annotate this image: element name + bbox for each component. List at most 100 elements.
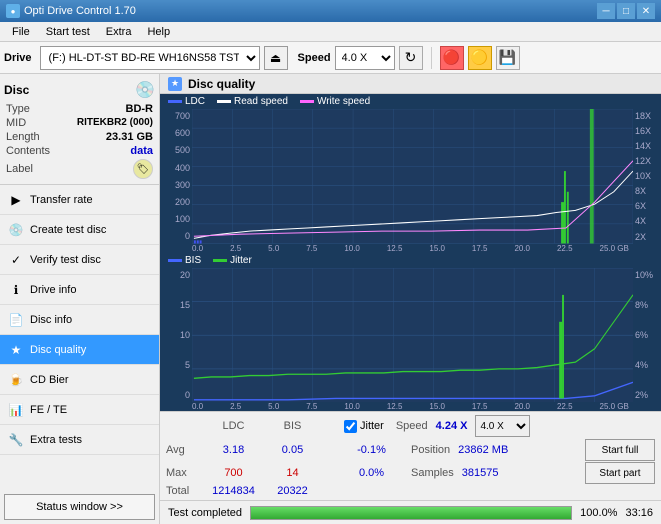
- menubar: File Start test Extra Help: [0, 22, 661, 42]
- top-chart-area: [192, 109, 633, 244]
- top-chart-y-axis-left: 700 600 500 400 300 200 100 0: [160, 109, 192, 244]
- menu-extra[interactable]: Extra: [98, 24, 140, 40]
- eject-button[interactable]: ⏏: [264, 46, 288, 70]
- toolbar-separator: [431, 47, 432, 69]
- sidebar-item-cd-bier[interactable]: 🍺 CD Bier: [0, 365, 159, 395]
- bis-legend-color: [168, 259, 182, 262]
- sidebar-item-verify-test-disc[interactable]: ✓ Verify test disc: [0, 245, 159, 275]
- sidebar-menu: ▶ Transfer rate 💿 Create test disc ✓ Ver…: [0, 185, 159, 455]
- transfer-rate-label: Transfer rate: [30, 194, 93, 206]
- disc-quality-title: Disc quality: [188, 77, 255, 91]
- start-part-button[interactable]: Start part: [585, 462, 655, 484]
- stats-area: LDC BIS Jitter Speed 4.24 X 4.0 X 2.0 X …: [160, 411, 661, 500]
- sidebar-item-transfer-rate[interactable]: ▶ Transfer rate: [0, 185, 159, 215]
- jitter-checkbox[interactable]: [344, 420, 357, 433]
- speed-dropdown[interactable]: 4.0 X 2.0 X 8.0 X: [475, 415, 530, 437]
- disc-type-row: Type BD-R: [4, 102, 155, 116]
- label-label: Label: [6, 163, 33, 175]
- type-label: Type: [6, 103, 30, 115]
- drive-info-label: Drive info: [30, 284, 76, 296]
- menu-help[interactable]: Help: [139, 24, 178, 40]
- avg-label: Avg: [166, 444, 202, 456]
- bottom-chart-y-axis-right: 10% 8% 6% 4% 2%: [633, 268, 661, 403]
- disc-quality-header-icon: ★: [168, 77, 182, 91]
- read-speed-legend-label: Read speed: [234, 96, 288, 107]
- maximize-button[interactable]: □: [617, 3, 635, 19]
- top-chart-y-axis-right: 18X 16X 14X 12X 10X 8X 6X 4X 2X: [633, 109, 661, 244]
- transfer-rate-icon: ▶: [8, 192, 24, 208]
- ldc-legend-label: LDC: [185, 96, 205, 107]
- bis-header: BIS: [265, 420, 320, 432]
- disc-quality-label: Disc quality: [30, 344, 86, 356]
- jitter-checkbox-group[interactable]: Jitter: [344, 420, 384, 433]
- menu-file[interactable]: File: [4, 24, 38, 40]
- bottom-chart-x-axis: 0.0 2.5 5.0 7.5 10.0 12.5 15.0 17.5 20.0…: [160, 402, 661, 411]
- progress-bar: [250, 506, 572, 520]
- sidebar-item-disc-quality[interactable]: ★ Disc quality: [0, 335, 159, 365]
- cd-bier-icon: 🍺: [8, 372, 24, 388]
- max-jitter: 0.0%: [344, 467, 399, 479]
- close-button[interactable]: ✕: [637, 3, 655, 19]
- speed-header: Speed: [396, 420, 428, 432]
- progress-area: Test completed 100.0% 33:16: [160, 500, 661, 524]
- create-test-disc-label: Create test disc: [30, 224, 106, 236]
- drive-label: Drive: [4, 52, 32, 64]
- max-ldc: 700: [206, 467, 261, 479]
- contents-label: Contents: [6, 145, 50, 157]
- jitter-header-label: Jitter: [360, 420, 384, 432]
- max-bis: 14: [265, 467, 320, 479]
- read-speed-legend-color: [217, 100, 231, 103]
- total-label: Total: [166, 485, 202, 497]
- verify-test-disc-label: Verify test disc: [30, 254, 101, 266]
- read-speed-legend: Read speed: [217, 96, 288, 107]
- titlebar-left: ● Opti Drive Control 1.70: [6, 4, 136, 18]
- sidebar-item-fe-te[interactable]: 📊 FE / TE: [0, 395, 159, 425]
- save-button[interactable]: 💾: [496, 46, 520, 70]
- cd-bier-label: CD Bier: [30, 374, 69, 386]
- bottom-chart-area: [192, 268, 633, 403]
- write-speed-legend-color: [300, 100, 314, 103]
- drive-info-icon: ℹ: [8, 282, 24, 298]
- status-text: Test completed: [168, 507, 242, 519]
- disc-label-row: Label 🏷: [4, 158, 155, 180]
- position-label: Position: [411, 444, 450, 456]
- disc-info-icon: 📄: [8, 312, 24, 328]
- color2-button[interactable]: 🟡: [468, 46, 492, 70]
- disc-info-label: Disc info: [30, 314, 72, 326]
- menu-start-test[interactable]: Start test: [38, 24, 98, 40]
- minimize-button[interactable]: ─: [597, 3, 615, 19]
- bottom-chart-y-axis-left: 20 15 10 5 0: [160, 268, 192, 403]
- sidebar-item-create-test-disc[interactable]: 💿 Create test disc: [0, 215, 159, 245]
- disc-quality-icon: ★: [8, 342, 24, 358]
- label-icon: 🏷: [133, 159, 153, 179]
- status-window-button[interactable]: Status window >>: [4, 494, 155, 520]
- titlebar: ● Opti Drive Control 1.70 ─ □ ✕: [0, 0, 661, 22]
- sidebar-item-drive-info[interactable]: ℹ Drive info: [0, 275, 159, 305]
- titlebar-controls: ─ □ ✕: [597, 3, 655, 19]
- top-chart-x-axis: 0.0 2.5 5.0 7.5 10.0 12.5 15.0 17.5 20.0…: [160, 244, 661, 253]
- drive-select[interactable]: (F:) HL-DT-ST BD-RE WH16NS58 TST4: [40, 46, 260, 70]
- speed-select[interactable]: 4.0 X 2.0 X 8.0 X: [335, 46, 395, 70]
- jitter-legend-color: [213, 259, 227, 262]
- progress-bar-fill: [251, 507, 571, 519]
- bis-legend-label: BIS: [185, 255, 201, 266]
- app-icon: ●: [6, 4, 20, 18]
- type-value: BD-R: [126, 103, 154, 115]
- length-value: 23.31 GB: [106, 131, 153, 143]
- content-area: ★ Disc quality LDC Read speed Write spee…: [160, 74, 661, 524]
- start-full-button[interactable]: Start full: [585, 439, 655, 461]
- contents-value: data: [130, 145, 153, 157]
- sidebar-item-disc-info[interactable]: 📄 Disc info: [0, 305, 159, 335]
- ldc-header: LDC: [206, 420, 261, 432]
- color1-button[interactable]: 🔴: [440, 46, 464, 70]
- refresh-button[interactable]: ↻: [399, 46, 423, 70]
- avg-jitter: -0.1%: [344, 444, 399, 456]
- toolbar: Drive (F:) HL-DT-ST BD-RE WH16NS58 TST4 …: [0, 42, 661, 74]
- samples-val: 381575: [462, 467, 499, 479]
- max-label: Max: [166, 467, 202, 479]
- jitter-legend: Jitter: [213, 255, 252, 266]
- sidebar-item-extra-tests[interactable]: 🔧 Extra tests: [0, 425, 159, 455]
- bottom-chart-svg: [192, 268, 633, 403]
- total-ldc: 1214834: [206, 485, 261, 497]
- write-speed-legend-label: Write speed: [317, 96, 370, 107]
